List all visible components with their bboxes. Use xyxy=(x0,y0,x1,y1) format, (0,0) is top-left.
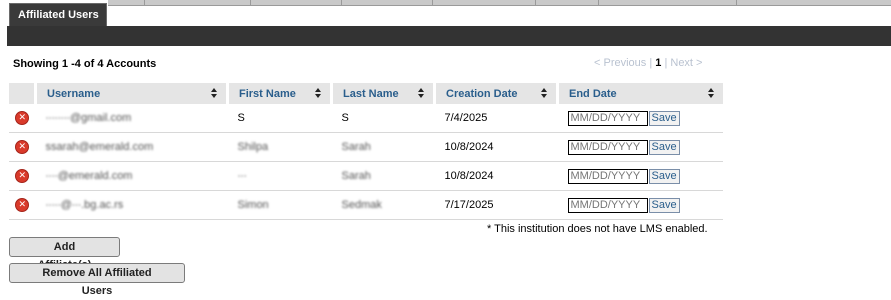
tab-content-bar xyxy=(7,26,891,46)
sort-arrows-icon[interactable] xyxy=(541,88,548,99)
tab-placeholder[interactable] xyxy=(433,0,536,6)
previous-page-link[interactable]: < Previous xyxy=(594,57,646,69)
sort-arrows-icon[interactable] xyxy=(211,88,218,99)
end-date-input[interactable] xyxy=(567,110,648,126)
table-row: ✕ ∙∙∙∙@emerald.com ∙∙∙ Sarah 10/8/2024 S… xyxy=(9,161,723,191)
first-name-cell: Simon xyxy=(227,190,332,220)
column-header-end-date[interactable]: End Date xyxy=(557,83,723,104)
column-header-creation-date[interactable]: Creation Date xyxy=(434,83,559,104)
sort-arrows-icon[interactable] xyxy=(315,88,322,99)
results-summary: Showing 1 -4 of 4 Accounts xyxy=(13,58,156,70)
username-cell: ∙∙∙∙∙∙∙∙@gmail.com xyxy=(35,104,228,133)
end-date-input[interactable] xyxy=(567,197,648,213)
column-label: Creation Date xyxy=(446,87,518,100)
last-name-cell: S xyxy=(331,104,435,133)
column-label: Last Name xyxy=(343,87,399,100)
tab-placeholder[interactable] xyxy=(145,0,251,6)
username-cell: ssarah@emerald.com xyxy=(35,132,228,162)
save-button[interactable]: Save xyxy=(648,139,680,155)
lms-note: * This institution does not have LMS ena… xyxy=(487,223,708,235)
table-row: ✕ ∙∙∙∙∙@∙∙∙.bg.ac.rs Simon Sedmak 7/17/2… xyxy=(9,190,723,220)
tab-placeholder[interactable] xyxy=(251,0,342,6)
creation-date-cell: 10/8/2024 xyxy=(434,132,558,162)
remove-all-affiliated-users-button[interactable]: Remove All Affiliated Users xyxy=(9,263,185,297)
tab-placeholder[interactable] xyxy=(342,0,433,6)
summary-range-start: 1 xyxy=(61,58,69,70)
end-date-cell: Save xyxy=(557,132,723,162)
delete-x-icon[interactable]: ✕ xyxy=(15,111,30,125)
end-date-input[interactable] xyxy=(567,168,648,184)
summary-total: 4 xyxy=(97,58,104,70)
sort-arrows-icon[interactable] xyxy=(418,88,425,99)
end-date-cell: Save xyxy=(557,190,723,220)
last-name-cell: Sedmak xyxy=(331,190,435,220)
tab-affiliated-users[interactable]: Affiliated Users xyxy=(9,3,107,26)
summary-range-end: -4 xyxy=(71,58,81,70)
tab-placeholder[interactable] xyxy=(536,0,599,6)
first-name-cell: S xyxy=(227,104,332,133)
username-cell: ∙∙∙∙∙@∙∙∙.bg.ac.rs xyxy=(35,190,228,220)
add-affiliates-button[interactable]: Add Affiliate(s) xyxy=(9,237,120,271)
column-header-last-name[interactable]: Last Name xyxy=(331,83,436,104)
creation-date-cell: 7/17/2025 xyxy=(434,190,558,220)
current-page: 1 xyxy=(655,57,662,69)
save-button[interactable]: Save xyxy=(648,197,680,213)
tab-placeholder[interactable] xyxy=(599,0,737,6)
end-date-cell: Save xyxy=(557,104,723,133)
summary-of: of xyxy=(83,58,95,70)
last-name-cell: Sarah xyxy=(331,132,435,162)
pagination: < Previous | 1 | Next > xyxy=(594,57,703,69)
creation-date-cell: 7/4/2025 xyxy=(434,104,558,133)
username-cell: ∙∙∙∙@emerald.com xyxy=(35,161,228,191)
save-button[interactable]: Save xyxy=(648,110,680,126)
last-name-cell: Sarah xyxy=(331,161,435,191)
tab-strip: Affiliated Users xyxy=(0,0,891,26)
end-date-input[interactable] xyxy=(567,139,648,155)
column-label: End Date xyxy=(569,87,617,100)
column-label: First Name xyxy=(239,87,296,100)
table-row: ✕ ssarah@emerald.com Shilpa Sarah 10/8/2… xyxy=(9,132,723,162)
next-page-link[interactable]: Next > xyxy=(670,57,702,69)
column-label: Username xyxy=(47,87,101,100)
delete-x-icon[interactable]: ✕ xyxy=(15,140,30,154)
column-header-username[interactable]: Username xyxy=(35,83,229,104)
first-name-cell: Shilpa xyxy=(227,132,332,162)
first-name-cell: ∙∙∙ xyxy=(227,161,332,191)
sort-arrows-icon[interactable] xyxy=(708,88,715,99)
summary-prefix: Showing xyxy=(13,58,59,70)
tab-placeholder[interactable] xyxy=(737,0,891,6)
end-date-cell: Save xyxy=(557,161,723,191)
delete-x-icon[interactable]: ✕ xyxy=(15,198,30,212)
column-header-first-name[interactable]: First Name xyxy=(227,83,333,104)
summary-suffix: Accounts xyxy=(106,58,157,70)
affiliated-users-table: Username First Name Last Name Creation D… xyxy=(9,83,723,220)
delete-column-header xyxy=(9,83,37,104)
delete-x-icon[interactable]: ✕ xyxy=(15,169,30,183)
table-row: ✕ ∙∙∙∙∙∙∙∙@gmail.com S S 7/4/2025 Save xyxy=(9,104,723,133)
save-button[interactable]: Save xyxy=(648,168,680,184)
tab-placeholder[interactable] xyxy=(108,0,145,6)
creation-date-cell: 10/8/2024 xyxy=(434,161,558,191)
